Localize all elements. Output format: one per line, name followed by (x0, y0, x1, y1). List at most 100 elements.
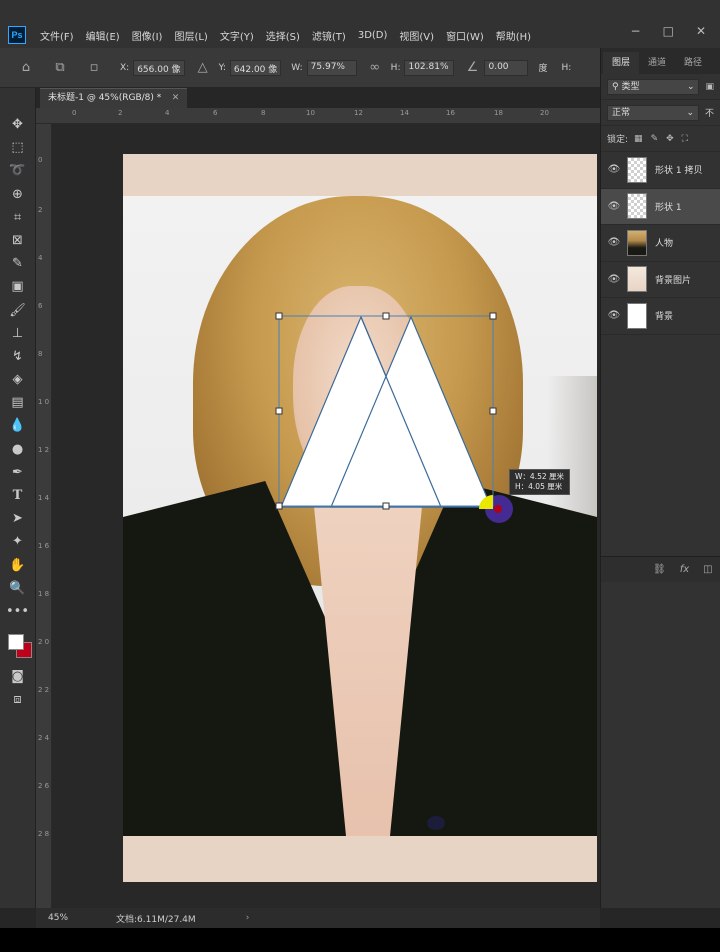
close-window-button[interactable]: ✕ (696, 24, 706, 38)
transform-handle-tl[interactable] (275, 312, 283, 320)
transform-handle-tm[interactable] (382, 312, 390, 320)
menu-3d[interactable]: 3D(D) (358, 30, 388, 41)
dodge-tool-icon[interactable]: ● (7, 439, 29, 460)
w-label: W: (291, 62, 303, 73)
eyedropper-tool-icon[interactable]: ✎ (7, 253, 29, 274)
lock-position-icon[interactable]: ✥ (666, 134, 674, 144)
home-icon[interactable]: ⌂ (18, 60, 34, 76)
menu-view[interactable]: 视图(V) (399, 28, 434, 43)
angle-field[interactable]: 0.00 (484, 59, 529, 76)
ruler-v-tick: 1 8 (38, 590, 50, 598)
y-label: Y: (218, 62, 226, 73)
lock-transparent-icon[interactable]: ▦ (634, 134, 643, 144)
zoom-level[interactable]: 45% (48, 913, 78, 923)
menu-select[interactable]: 选择(S) (266, 28, 300, 43)
eye-icon[interactable]: 👁 (607, 237, 621, 248)
photoshop-window: Ps 文件(F) 编辑(E) 图像(I) 图层(L) 文字(Y) 选择(S) 滤… (0, 0, 720, 928)
document-tab[interactable]: 未标题-1 @ 45%(RGB/8) * ✕ (40, 88, 188, 108)
ruler-v-tick: 1 6 (38, 542, 50, 550)
clone-stamp-tool-icon[interactable]: ⊥ (7, 323, 29, 344)
eye-icon[interactable]: 👁 (607, 310, 621, 321)
menu-layer[interactable]: 图层(L) (174, 28, 207, 43)
quick-mask-icon[interactable]: ◙ (7, 666, 29, 687)
menu-file[interactable]: 文件(F) (40, 28, 74, 43)
vertical-ruler[interactable]: 0 2 4 6 8 1 0 1 2 1 4 1 6 1 8 2 0 2 2 2 … (36, 124, 52, 908)
frame-tool-icon[interactable]: ⊠ (7, 230, 29, 251)
lock-image-icon[interactable]: ✎ (651, 134, 659, 144)
layer-row[interactable]: 👁 形状 1 拷贝 (601, 152, 720, 189)
blend-mode-dropdown[interactable]: 正常 ⌄ (607, 104, 699, 121)
angle-unit: 度 (538, 64, 548, 74)
lock-artboard-icon[interactable]: ⛶ (682, 134, 688, 144)
x-position-field[interactable]: 656.00 像 (133, 59, 185, 76)
lasso-tool-icon[interactable]: ➰ (7, 160, 29, 181)
transform-handle-bl[interactable] (275, 502, 283, 510)
width-field[interactable]: 75.97% (306, 59, 357, 76)
layer-row[interactable]: 👁 形状 1 (601, 188, 720, 225)
mask-icon[interactable]: ◫ (703, 564, 712, 575)
tooltip-width: W：4.52 厘米 (515, 472, 564, 481)
ruler-v-tick: 6 (38, 302, 43, 310)
pixel-filter-icon[interactable]: ▣ (705, 82, 714, 92)
layer-filter-dropdown[interactable]: ⚲ 类型 ⌄ (607, 78, 700, 95)
horizontal-ruler[interactable]: 0 2 4 6 8 10 12 14 16 18 20 (36, 108, 600, 124)
pen-tool-icon[interactable]: ✒ (7, 462, 29, 483)
canvas-workspace[interactable]: W：4.52 厘米 H：4.05 厘米 (52, 124, 600, 908)
y-position-field[interactable]: 642.00 像 (229, 59, 282, 76)
fx-icon[interactable]: fx (680, 564, 689, 575)
quick-select-tool-icon[interactable]: ⊕ (7, 184, 29, 205)
menu-image[interactable]: 图像(I) (132, 28, 163, 43)
transform-handle-tr[interactable] (489, 312, 497, 320)
ruler-v-tick: 1 0 (38, 398, 50, 406)
move-tool-icon[interactable]: ✥ (7, 114, 29, 135)
transform-handle-bm[interactable] (382, 502, 390, 510)
opacity-label: 不 (704, 109, 714, 119)
link-proportions-icon[interactable]: ∞ (367, 60, 383, 76)
ruler-v-tick: 2 4 (38, 734, 50, 742)
maximize-button[interactable]: □ (663, 24, 674, 38)
type-tool-icon[interactable]: T (7, 485, 29, 506)
delta-icon[interactable]: △ (195, 60, 211, 76)
shape-tool-icon[interactable]: ✦ (7, 531, 29, 552)
document-canvas[interactable]: W：4.52 厘米 H：4.05 厘米 (123, 154, 597, 882)
eye-icon[interactable]: 👁 (607, 164, 621, 175)
tab-layers[interactable]: 图层 (603, 52, 640, 74)
hand-tool-icon[interactable]: ✋ (7, 555, 29, 576)
tab-paths[interactable]: 路径 (675, 52, 711, 74)
close-document-icon[interactable]: ✕ (172, 89, 180, 108)
path-select-tool-icon[interactable]: ➤ (7, 508, 29, 529)
document-tab-title: 未标题-1 @ 45%(RGB/8) * (48, 93, 162, 103)
transform-handle-ml[interactable] (275, 407, 283, 415)
x-label: X: (120, 62, 130, 73)
layer-row[interactable]: 👁 背景图片 (601, 262, 720, 298)
status-menu-arrow[interactable]: › (246, 913, 250, 923)
eye-icon[interactable]: 👁 (607, 201, 621, 212)
history-brush-tool-icon[interactable]: ↯ (7, 346, 29, 367)
menu-window[interactable]: 窗口(W) (446, 28, 484, 43)
height-field[interactable]: 102.81% (404, 59, 455, 76)
link-icon[interactable]: ⛓ (653, 564, 666, 575)
blur-tool-icon[interactable]: 💧 (7, 415, 29, 436)
eye-icon[interactable]: 👁 (607, 274, 621, 285)
transform-handle-mr[interactable] (489, 407, 497, 415)
healing-brush-tool-icon[interactable]: ▣ (7, 276, 29, 297)
foreground-color-swatch[interactable] (7, 634, 24, 651)
crop-tool-icon[interactable]: ⌗ (7, 207, 29, 228)
zoom-tool-icon[interactable]: 🔍 (7, 578, 29, 599)
gradient-tool-icon[interactable]: ▤ (7, 392, 29, 413)
minimize-button[interactable]: − (631, 24, 641, 38)
screen-mode-icon[interactable]: ⧈ (7, 689, 29, 710)
layer-row[interactable]: 👁 人物 (601, 225, 720, 262)
menu-edit[interactable]: 编辑(E) (86, 28, 120, 43)
layer-row[interactable]: 👁 背景 (601, 298, 720, 335)
menu-filter[interactable]: 滤镜(T) (312, 28, 346, 43)
marquee-tool-icon[interactable]: ⬚ (7, 137, 29, 158)
more-tools-icon[interactable]: ••• (6, 601, 29, 622)
menu-help[interactable]: 帮助(H) (496, 28, 531, 43)
tab-channels[interactable]: 通道 (639, 52, 675, 74)
brush-tool-icon[interactable]: 🖌 (7, 300, 29, 321)
menu-type[interactable]: 文字(Y) (220, 28, 254, 43)
eraser-tool-icon[interactable]: ◈ (7, 369, 29, 390)
reference-point-icon[interactable]: ▫ (86, 60, 102, 76)
ruler-h-tick: 16 (446, 109, 455, 117)
